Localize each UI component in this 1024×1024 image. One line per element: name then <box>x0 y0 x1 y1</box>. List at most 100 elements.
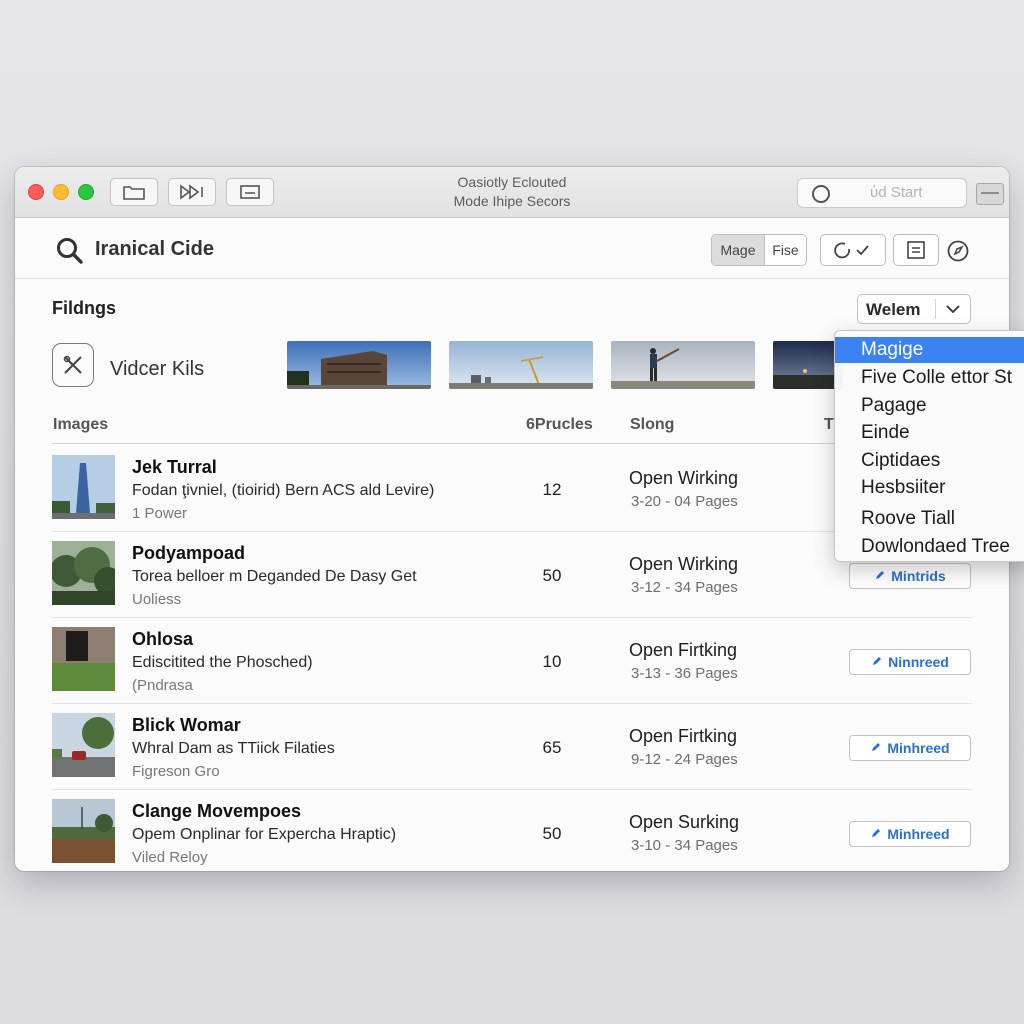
row-status: Open Wirking <box>629 468 739 488</box>
menu-item[interactable]: Magige <box>835 337 1024 363</box>
folder-icon <box>123 186 145 200</box>
row-title: Ohlosa <box>132 629 194 649</box>
row-action-label: Mintrids <box>891 568 946 584</box>
window-title-line2: Mode Ihipe Secors <box>453 193 571 209</box>
row-pages: 3-13 - 36 Pages <box>631 665 738 682</box>
close-button[interactable] <box>28 184 44 200</box>
pencil-icon <box>870 826 882 842</box>
menu-item[interactable]: Einde <box>835 420 1024 446</box>
search-icon[interactable] <box>55 236 85 266</box>
row-subtitle: Opem Onplinar for Expercha Hraptic) <box>132 826 397 843</box>
row-meta: (Pndrasa <box>132 677 193 694</box>
toolbar-folder-button[interactable] <box>110 178 158 206</box>
segment-mage[interactable]: Mage <box>712 235 765 265</box>
kit-label: Vidcer Kils <box>110 358 205 380</box>
row-count: 12 <box>542 480 562 499</box>
row-meta: Figreson Gro <box>132 763 220 780</box>
toolbar-search-placeholder: ὐd Start <box>870 184 923 201</box>
kit-tools-button[interactable] <box>52 343 94 387</box>
pencil-icon <box>871 654 883 670</box>
row-pages: 3-12 - 34 Pages <box>631 579 738 596</box>
sync-button[interactable] <box>820 234 886 266</box>
sidebar-toggle-button[interactable] <box>976 183 1004 205</box>
dropdown-menu: Magige Five Colle ettor St Pagage Einde … <box>834 330 1024 562</box>
pencil-icon <box>874 568 886 584</box>
column-header-count[interactable]: 6Prucles <box>526 416 593 434</box>
sync-check-icon <box>834 242 869 259</box>
row-action-label: Minhreed <box>887 826 950 842</box>
row-status: Open Firtking <box>629 726 738 746</box>
gallery-thumbnail-dusk[interactable] <box>773 341 843 389</box>
row-subtitle: Whral Dam as TTiick Filaties <box>132 740 335 757</box>
gallery-thumbnail-building[interactable] <box>287 341 431 389</box>
document-button[interactable] <box>893 234 939 266</box>
table-row[interactable]: Ohlosa Ediscitited the Phosched) (Pndras… <box>52 617 972 704</box>
row-thumbnail <box>52 627 115 691</box>
row-count: 10 <box>542 652 562 671</box>
table-row[interactable]: Clange Movempoes Opem Onplinar for Exper… <box>52 789 972 871</box>
row-action-button[interactable]: Minhreed <box>849 821 971 847</box>
row-count: 50 <box>542 824 562 843</box>
table-row[interactable]: Blick Womar Whral Dam as TTiick Filaties… <box>52 703 972 790</box>
row-action-label: Minhreed <box>887 740 950 756</box>
menu-item[interactable]: Hesbsiiter <box>835 475 1024 501</box>
row-pages: 3-20 - 04 Pages <box>631 493 738 510</box>
tray-icon <box>240 185 260 199</box>
row-count: 65 <box>542 738 562 757</box>
row-subtitle: Ediscitited the Phosched) <box>132 654 313 671</box>
menu-item[interactable]: Five Colle ettor St <box>835 365 1024 391</box>
document-icon <box>907 241 925 259</box>
toolbar-media-button[interactable] <box>168 178 216 206</box>
section-heading: Fildngs <box>52 298 116 318</box>
minimize-button[interactable] <box>53 184 69 200</box>
gallery-thumbnail-crane[interactable] <box>449 341 593 389</box>
title-bar: Oasiotly Eclouted Mode Ihipe Secors ὐd S… <box>15 167 1009 218</box>
column-header-status[interactable]: Slong <box>630 416 674 434</box>
pencil-icon <box>870 740 882 756</box>
toolbar-search-field[interactable]: ὐd Start <box>797 178 967 208</box>
zoom-button[interactable] <box>78 184 94 200</box>
row-subtitle: Torea belloer m Deganded De Dasy Get <box>132 568 417 585</box>
row-subtitle: Fodan ţivniel, (tioirid) Bern ACS ald Le… <box>132 482 435 499</box>
row-pages: 3-10 - 34 Pages <box>631 837 738 854</box>
toolbar-tray-button[interactable] <box>226 178 274 206</box>
menu-item[interactable]: Pagage <box>835 393 1024 419</box>
row-title: Clange Movempoes <box>132 801 302 821</box>
view-segmented-control[interactable]: Mage Fise <box>711 234 807 266</box>
row-pages: 9-12 - 24 Pages <box>631 751 738 768</box>
row-status: Open Wirking <box>629 554 739 574</box>
window-title-line1: Oasiotly Eclouted <box>457 174 567 190</box>
row-action-button[interactable]: Mintrids <box>849 563 971 589</box>
gallery-thumbnail-hiker[interactable] <box>611 341 755 389</box>
window-title: Oasiotly Eclouted Mode Ihipe Secors <box>395 173 629 211</box>
column-header-extra[interactable]: T <box>824 416 834 434</box>
compass-icon[interactable] <box>946 239 970 263</box>
row-meta: Viled Reloy <box>132 849 208 866</box>
row-action-button[interactable]: Minhreed <box>849 735 971 761</box>
tools-icon <box>63 355 82 374</box>
row-count: 50 <box>542 566 562 585</box>
row-thumbnail <box>52 541 115 605</box>
row-thumbnail <box>52 713 115 777</box>
filter-dropdown-value: Welem <box>866 300 921 319</box>
row-title: Blick Womar <box>132 715 241 735</box>
row-thumbnail <box>52 799 115 863</box>
column-header-images[interactable]: Images <box>53 416 108 434</box>
row-title: Jek Turral <box>132 457 217 477</box>
record-icon <box>812 185 830 203</box>
row-title: Podyampoad <box>132 543 246 563</box>
row-action-button[interactable]: Ninnreed <box>849 649 971 675</box>
menu-item[interactable]: Dowlondaed Tree <box>835 534 1024 560</box>
menu-item[interactable]: Ciptidaes <box>835 448 1024 474</box>
app-header: Iranical Cide Mage Fise <box>15 218 1009 279</box>
row-status: Open Surking <box>629 812 740 832</box>
row-status: Open Firtking <box>629 640 738 660</box>
row-thumbnail <box>52 455 115 519</box>
segment-fise[interactable]: Fise <box>765 235 806 265</box>
row-meta: Uoliess <box>132 591 182 608</box>
chevron-down-icon <box>946 305 960 314</box>
media-icon <box>180 184 203 200</box>
page-title: Iranical Cide <box>95 238 214 260</box>
filter-dropdown[interactable]: Welem <box>857 294 971 324</box>
menu-item[interactable]: Roove Tiall <box>835 506 1024 532</box>
